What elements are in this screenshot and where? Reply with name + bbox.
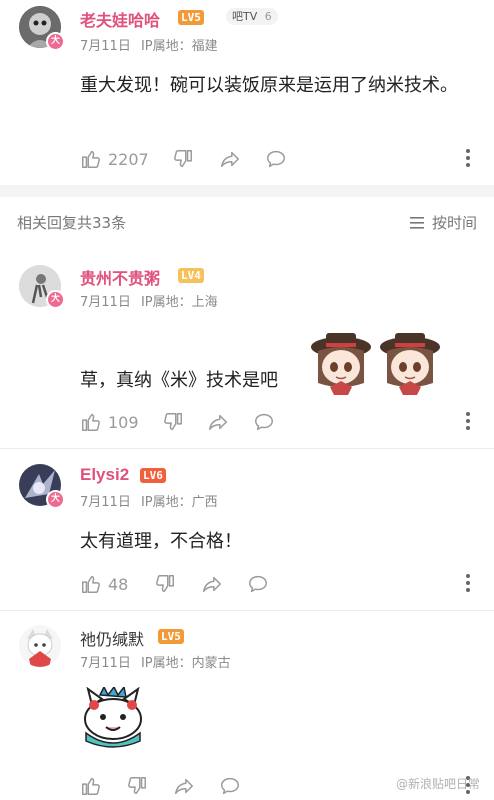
reply-date: 7月11日 (80, 295, 131, 310)
reply-count: 相关回复共33条 (17, 214, 127, 232)
tieba-tv-tag[interactable]: 吧TV 6 (226, 8, 278, 25)
comment-icon (221, 777, 239, 795)
sticker-image (380, 333, 440, 395)
post-meta: 7月11日 IP属地：福建 (80, 35, 218, 54)
watermark: @新浪贴吧日常 (395, 777, 480, 791)
reply-actions: 48 (80, 571, 475, 597)
thumbs-up-icon (82, 413, 100, 431)
comment-button[interactable] (264, 146, 288, 172)
like-button[interactable]: 48 (80, 571, 128, 597)
reply-ip: IP属地：上海 (140, 295, 218, 310)
tv-tag-label: 吧TV (232, 10, 258, 23)
section-divider (0, 185, 494, 197)
dislike-button[interactable] (154, 571, 176, 597)
reply-ip: IP属地：内蒙古 (140, 656, 231, 671)
like-button[interactable]: 109 (80, 409, 139, 435)
share-button[interactable] (218, 146, 242, 172)
vip-badge: 大 (46, 490, 65, 509)
reply-item: 大 Elysi2 LV6 7月11日 IP属地：广西 太有道理，不合格！ 48 (0, 450, 494, 610)
sticker-image (84, 687, 142, 748)
share-icon (209, 414, 227, 431)
reply-ip: IP属地：广西 (140, 495, 218, 510)
username[interactable]: 老夫娃哈哈 (80, 7, 160, 31)
like-count: 2207 (108, 149, 149, 169)
more-options-icon[interactable] (465, 149, 471, 170)
like-button[interactable]: 2207 (80, 146, 149, 172)
comment-icon (255, 413, 273, 431)
dislike-button[interactable] (162, 409, 184, 435)
more-options-icon[interactable] (465, 574, 471, 595)
reply-date: 7月11日 (80, 495, 131, 510)
post-text: 重大发现！碗可以装饭原来是运用了纳米技术。 (80, 75, 458, 96)
level-badge: LV4 (178, 268, 204, 283)
sort-icon (409, 216, 424, 229)
thumbs-down-icon (128, 777, 146, 795)
comment-button[interactable] (246, 571, 270, 597)
reply-item: 祂仍缄默 LV5 7月11日 IP属地：内蒙古 (0, 611, 494, 800)
username[interactable]: 祂仍缄默 (80, 626, 144, 650)
vip-badge: 大 (46, 32, 65, 51)
thumbs-down-icon (174, 150, 192, 168)
post-ip: IP属地：福建 (140, 39, 218, 54)
comment-icon (267, 150, 285, 168)
vip-badge: 大 (46, 290, 65, 309)
comment-button[interactable] (218, 773, 242, 799)
dislike-button[interactable] (172, 146, 194, 172)
thumbs-down-icon (164, 413, 182, 431)
thumbs-up-icon (82, 150, 100, 168)
thumbs-up-icon (82, 777, 100, 795)
share-icon (221, 151, 239, 168)
share-button[interactable] (172, 773, 196, 799)
level-badge: LV5 (178, 10, 204, 25)
share-button[interactable] (206, 409, 230, 435)
post-date: 7月11日 (80, 39, 131, 54)
level-badge: LV6 (140, 468, 166, 483)
reply-divider (0, 448, 494, 449)
thumbs-down-icon (156, 575, 174, 593)
username[interactable]: 贵州不贵粥 (80, 265, 160, 289)
thumbs-up-icon (82, 575, 100, 593)
sort-button[interactable]: 按时间 (409, 212, 477, 233)
reply-meta: 7月11日 IP属地：广西 (80, 491, 218, 510)
reply-item: 大 贵州不贵粥 LV4 7月11日 IP属地：上海 草，真纳《米》技术是吧 10… (0, 250, 494, 450)
reply-date: 7月11日 (80, 656, 131, 671)
comment-icon (249, 575, 267, 593)
dislike-button[interactable] (126, 773, 148, 799)
reply-text: 太有道理，不合格！ (80, 531, 242, 552)
reply-text: 草，真纳《米》技术是吧 (80, 370, 278, 391)
share-icon (175, 778, 193, 795)
reply-meta: 7月11日 IP属地：内蒙古 (80, 652, 231, 671)
like-count: 109 (108, 412, 139, 432)
share-button[interactable] (200, 571, 224, 597)
level-badge: LV5 (158, 629, 184, 644)
like-count: 48 (108, 574, 129, 594)
avatar-image (19, 625, 61, 667)
sticker-image (311, 333, 371, 395)
like-button[interactable] (80, 773, 102, 799)
avatar[interactable] (19, 625, 61, 667)
main-post: 大 老夫娃哈哈 LV5 吧TV 6 7月11日 IP属地：福建 重大发现！碗可以… (0, 0, 494, 185)
reply-meta: 7月11日 IP属地：上海 (80, 291, 218, 310)
share-icon (203, 576, 221, 593)
reply-actions: 109 (80, 409, 475, 435)
comment-button[interactable] (252, 409, 276, 435)
username[interactable]: Elysi2 (80, 465, 129, 485)
sort-label: 按时间 (431, 214, 477, 232)
more-options-icon[interactable] (465, 412, 471, 433)
tv-tag-count: 6 (264, 10, 272, 23)
post-actions: 2207 (80, 146, 475, 172)
